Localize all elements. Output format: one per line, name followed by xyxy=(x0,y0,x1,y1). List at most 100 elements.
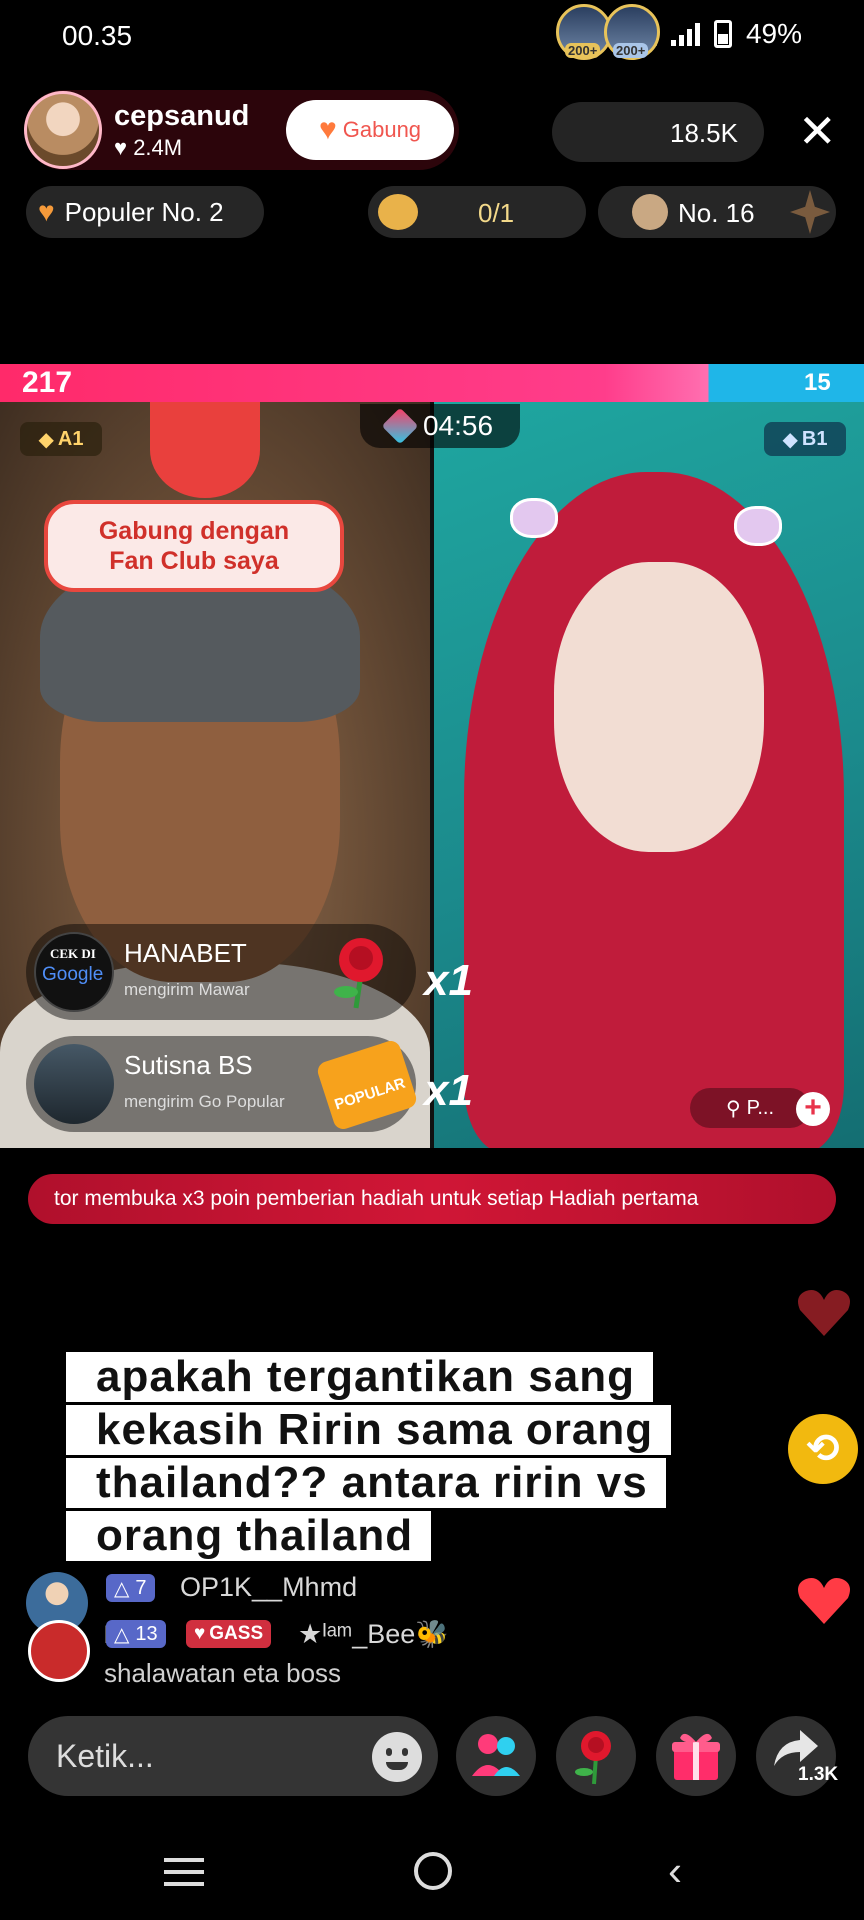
team-tag-right: ◆ B1 xyxy=(764,422,846,456)
comment-username[interactable]: ★ᴵᵃᵐ_Bee🐝 xyxy=(298,1618,449,1650)
gift-multiplier: x1 xyxy=(424,1066,473,1115)
level-badge: △ 13 xyxy=(106,1620,166,1648)
status-time: 00.35 xyxy=(62,20,133,51)
viewer-count[interactable]: 18.5K xyxy=(670,118,738,149)
level-value: 13 xyxy=(135,1622,158,1645)
diamond-icon: ◆ xyxy=(782,428,798,451)
opponent-face xyxy=(554,562,764,852)
comment-input[interactable] xyxy=(56,1736,376,1776)
share-count: 1.3K xyxy=(798,1764,839,1785)
popular-rank-label: Populer No. 2 xyxy=(64,196,224,227)
caption-line: orang thailand xyxy=(66,1511,432,1561)
host-likes: ♥ 2.4M xyxy=(114,135,249,161)
emoji-icon[interactable] xyxy=(372,1732,422,1782)
heart-icon: ♥ xyxy=(38,196,55,227)
battle-icon xyxy=(381,407,419,445)
fanclub-mascot-icon xyxy=(150,402,260,498)
caption-overlay: apakah tergantikan sang kekasih Ririn sa… xyxy=(66,1352,756,1564)
team-tag-right-label: B1 xyxy=(801,427,828,450)
star-badge-icon xyxy=(790,190,830,234)
top-viewer-avatar-2[interactable]: 200+ xyxy=(604,4,660,60)
caption-line: apakah tergantikan sang xyxy=(66,1352,653,1402)
add-guest-icon[interactable]: + xyxy=(796,1092,830,1126)
gift-sender-avatar xyxy=(34,1044,114,1124)
google-badge-line2: Google xyxy=(42,964,104,985)
close-icon[interactable]: ✕ xyxy=(798,108,837,154)
share-arrow-icon xyxy=(774,1730,818,1766)
heart-plus-icon: ♥ xyxy=(318,113,337,146)
rose-icon xyxy=(326,934,396,1010)
team-tag-left-label: A1 xyxy=(57,427,84,450)
diamond-icon: ◆ xyxy=(38,428,54,451)
back-icon[interactable]: ‹ xyxy=(668,1850,682,1892)
heart-icon: ♥ xyxy=(114,134,128,160)
gift-button[interactable] xyxy=(656,1716,736,1796)
home-icon[interactable] xyxy=(414,1852,452,1890)
google-badge-line1: CEK DI xyxy=(50,946,96,961)
rank-avatar-icon xyxy=(632,194,668,230)
search-icon: ⚲ xyxy=(725,1097,741,1120)
gift-sender-name: Sutisna BS xyxy=(124,1050,253,1080)
popular-rank-chip[interactable]: ♥ Populer No. 2 xyxy=(26,186,264,238)
signal-icon-sim2 xyxy=(670,22,700,46)
repost-icon[interactable]: ⟲ xyxy=(788,1414,858,1484)
fanclub-line2: Fan Club saya xyxy=(109,547,279,575)
gift-action: mengirim Mawar xyxy=(124,980,250,999)
comment-message: shalawatan eta boss xyxy=(104,1658,342,1688)
join-label: Gabung xyxy=(342,117,422,142)
battle-score-bar xyxy=(0,364,864,402)
battle-timer: 04:56 xyxy=(360,404,520,448)
planet-icon xyxy=(378,194,418,230)
gift-sender-name: HANABET xyxy=(124,938,247,968)
gift-icon xyxy=(672,1733,720,1780)
level-value: 7 xyxy=(135,1576,147,1599)
fanclub-badge: ♥ GASS xyxy=(186,1620,272,1648)
join-fanclub-button[interactable]: ♥ Gabung xyxy=(286,100,454,160)
gift-notification: Sutisna BS mengirim Go Popular POPULAR xyxy=(26,1036,419,1132)
hourly-rank-label: No. 16 xyxy=(678,198,755,228)
gift-action: mengirim Go Popular xyxy=(124,1092,285,1111)
battle-timer-value: 04:56 xyxy=(422,410,494,441)
planet-goal-chip[interactable]: 0/1 xyxy=(368,186,586,238)
caption-line: kekasih Ririn sama orang xyxy=(66,1405,672,1455)
people-icon xyxy=(472,1734,520,1776)
host-name: cepsanud xyxy=(114,99,250,132)
comment-avatar[interactable] xyxy=(28,1620,90,1682)
split-divider xyxy=(430,402,434,1148)
host-likes-count: 2.4M xyxy=(133,134,183,160)
gift-notification: CEK DI Google HANABET mengirim Mawar xyxy=(26,924,416,1020)
team-tag-left: ◆ A1 xyxy=(20,422,102,456)
promo-ticker[interactable]: tor membuka x3 poin pemberian hadiah unt… xyxy=(28,1174,836,1224)
rose-icon xyxy=(575,1731,611,1785)
gift-multiplier: x1 xyxy=(424,956,473,1005)
viewer-badge-1: 200+ xyxy=(565,43,601,58)
video-panel-opponent[interactable] xyxy=(434,402,864,1148)
viewer-badge-2: 200+ xyxy=(613,43,649,58)
battery-percent: 49% xyxy=(745,18,802,49)
guests-button[interactable] xyxy=(456,1716,536,1796)
heart-icon xyxy=(798,1290,850,1336)
planet-goal-value: 0/1 xyxy=(478,198,515,228)
battery-icon xyxy=(713,20,732,48)
flower-icon xyxy=(734,506,782,546)
flower-icon xyxy=(510,498,558,538)
google-badge-avatar: CEK DI Google xyxy=(34,932,114,1012)
hourly-rank-chip[interactable]: No. 16 xyxy=(598,186,836,238)
guest-label: P... xyxy=(746,1096,775,1119)
recent-apps-icon[interactable] xyxy=(164,1858,204,1894)
rose-gift-button[interactable] xyxy=(556,1716,636,1796)
guest-pill[interactable]: ⚲ P... xyxy=(690,1088,810,1128)
host-profile-pill[interactable]: cepsanud ♥ 2.4M ♥ Gabung xyxy=(24,90,459,170)
heart-icon: ♥ xyxy=(194,1623,206,1644)
triangle-icon: △ xyxy=(114,1577,130,1600)
caption-line: thailand?? antara ririn vs xyxy=(66,1458,666,1508)
fanclub-line1: Gabung dengan xyxy=(98,517,290,545)
score-left: 217 xyxy=(22,366,73,399)
level-badge: △ 7 xyxy=(106,1574,155,1602)
heart-icon xyxy=(798,1578,850,1624)
host-avatar[interactable] xyxy=(24,91,102,169)
comment-username[interactable]: OP1K__Mhmd xyxy=(180,1572,357,1603)
score-right: 15 xyxy=(804,369,831,396)
fanclub-join-banner[interactable]: Gabung dengan Fan Club saya xyxy=(44,500,344,592)
fanclub-badge-label: GASS xyxy=(209,1623,264,1644)
